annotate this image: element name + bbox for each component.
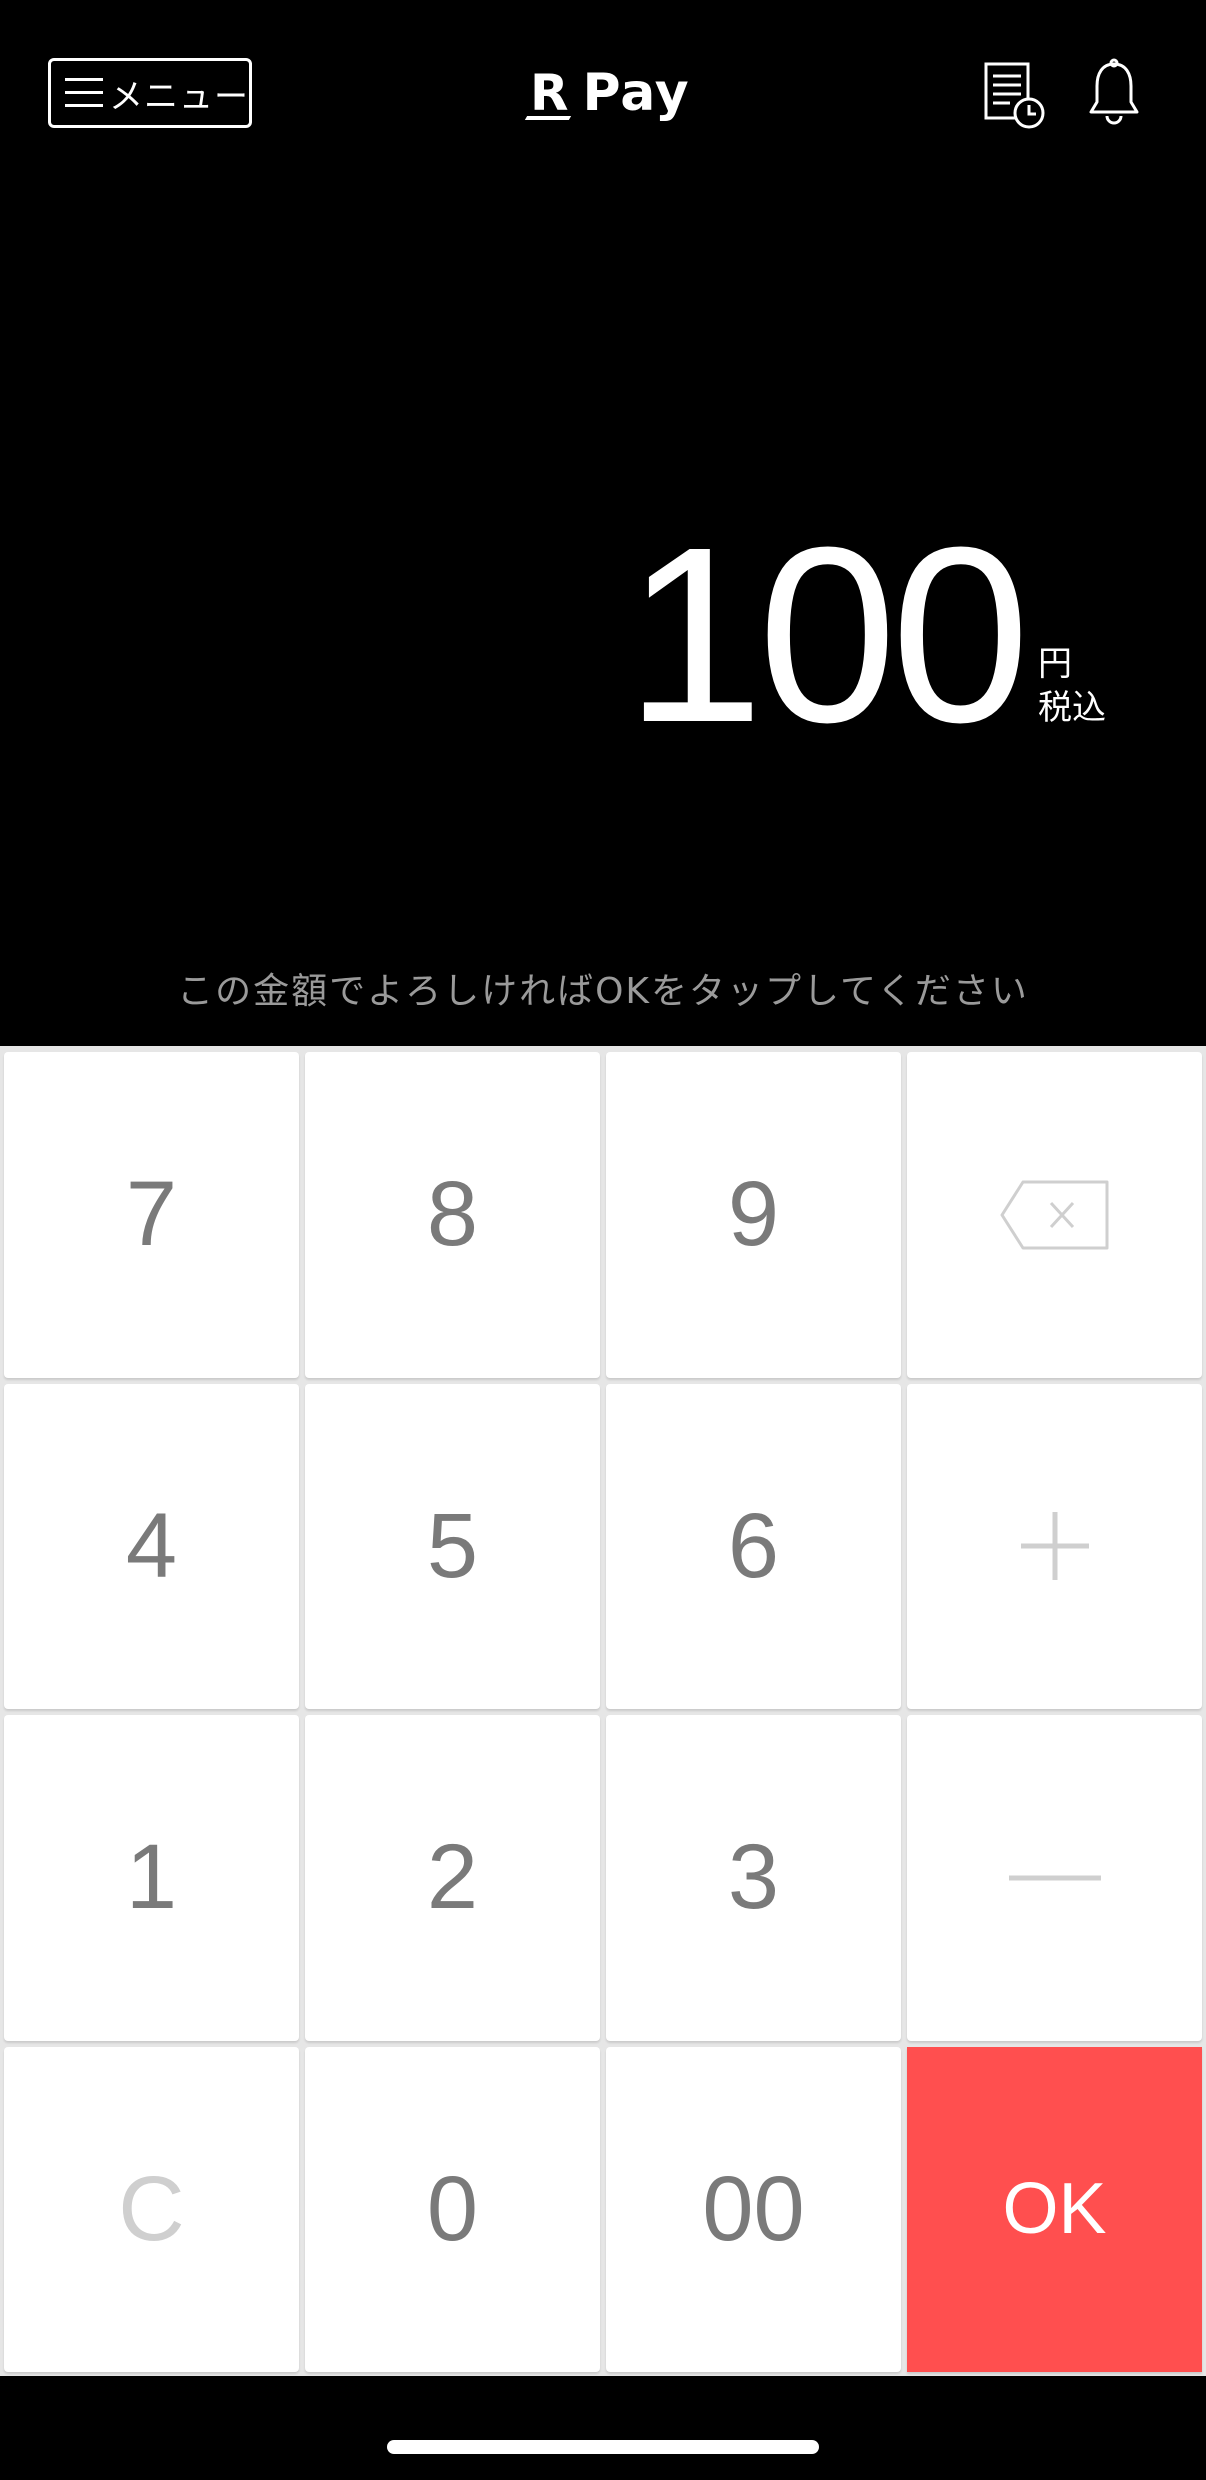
key-4[interactable]: 4 <box>4 1383 299 1709</box>
key-5[interactable]: 5 <box>305 1383 600 1709</box>
clear-button[interactable]: C <box>4 2046 299 2372</box>
key-8[interactable]: 8 <box>305 1052 600 1378</box>
plus-button[interactable] <box>907 1383 1202 1709</box>
tax-label: 税込 <box>1038 687 1106 728</box>
key-3[interactable]: 3 <box>606 1715 901 2041</box>
history-icon[interactable] <box>980 60 1048 132</box>
amount-display: 100 円 税込 <box>625 510 1106 760</box>
menu-label: メニュー <box>109 76 249 117</box>
logo-r: R <box>530 64 569 122</box>
backspace-icon <box>1000 1180 1108 1250</box>
rpay-logo: R Pay <box>530 58 690 128</box>
header: メニュー R Pay <box>0 0 1206 190</box>
key-00[interactable]: 00 <box>606 2046 901 2372</box>
key-1[interactable]: 1 <box>4 1715 299 2041</box>
minus-button[interactable] <box>907 1715 1202 2041</box>
amount-value: 100 <box>624 495 1030 774</box>
backspace-button[interactable] <box>907 1052 1202 1378</box>
ok-button[interactable]: OK <box>907 2046 1202 2372</box>
currency-label: 円 <box>1038 643 1072 684</box>
key-6[interactable]: 6 <box>606 1383 901 1709</box>
amount-units: 円 税込 <box>1038 642 1106 730</box>
menu-icon <box>65 76 103 110</box>
key-0[interactable]: 0 <box>305 2046 600 2372</box>
bottom-bar <box>0 2376 1206 2480</box>
keypad: 7 8 9 4 5 6 1 2 3 C 0 00 OK <box>0 1046 1206 2376</box>
minus-icon <box>1008 1875 1101 1881</box>
plus-icon <box>1020 1512 1089 1581</box>
logo-pay: Pay <box>582 63 690 123</box>
home-indicator[interactable] <box>387 2440 819 2454</box>
menu-button[interactable]: メニュー <box>48 58 252 128</box>
bell-icon[interactable] <box>1086 58 1142 128</box>
instruction-text: この金額でよろしければOKをタップしてください <box>177 971 1029 1012</box>
key-2[interactable]: 2 <box>305 1715 600 2041</box>
key-9[interactable]: 9 <box>606 1052 901 1378</box>
key-7[interactable]: 7 <box>4 1052 299 1378</box>
